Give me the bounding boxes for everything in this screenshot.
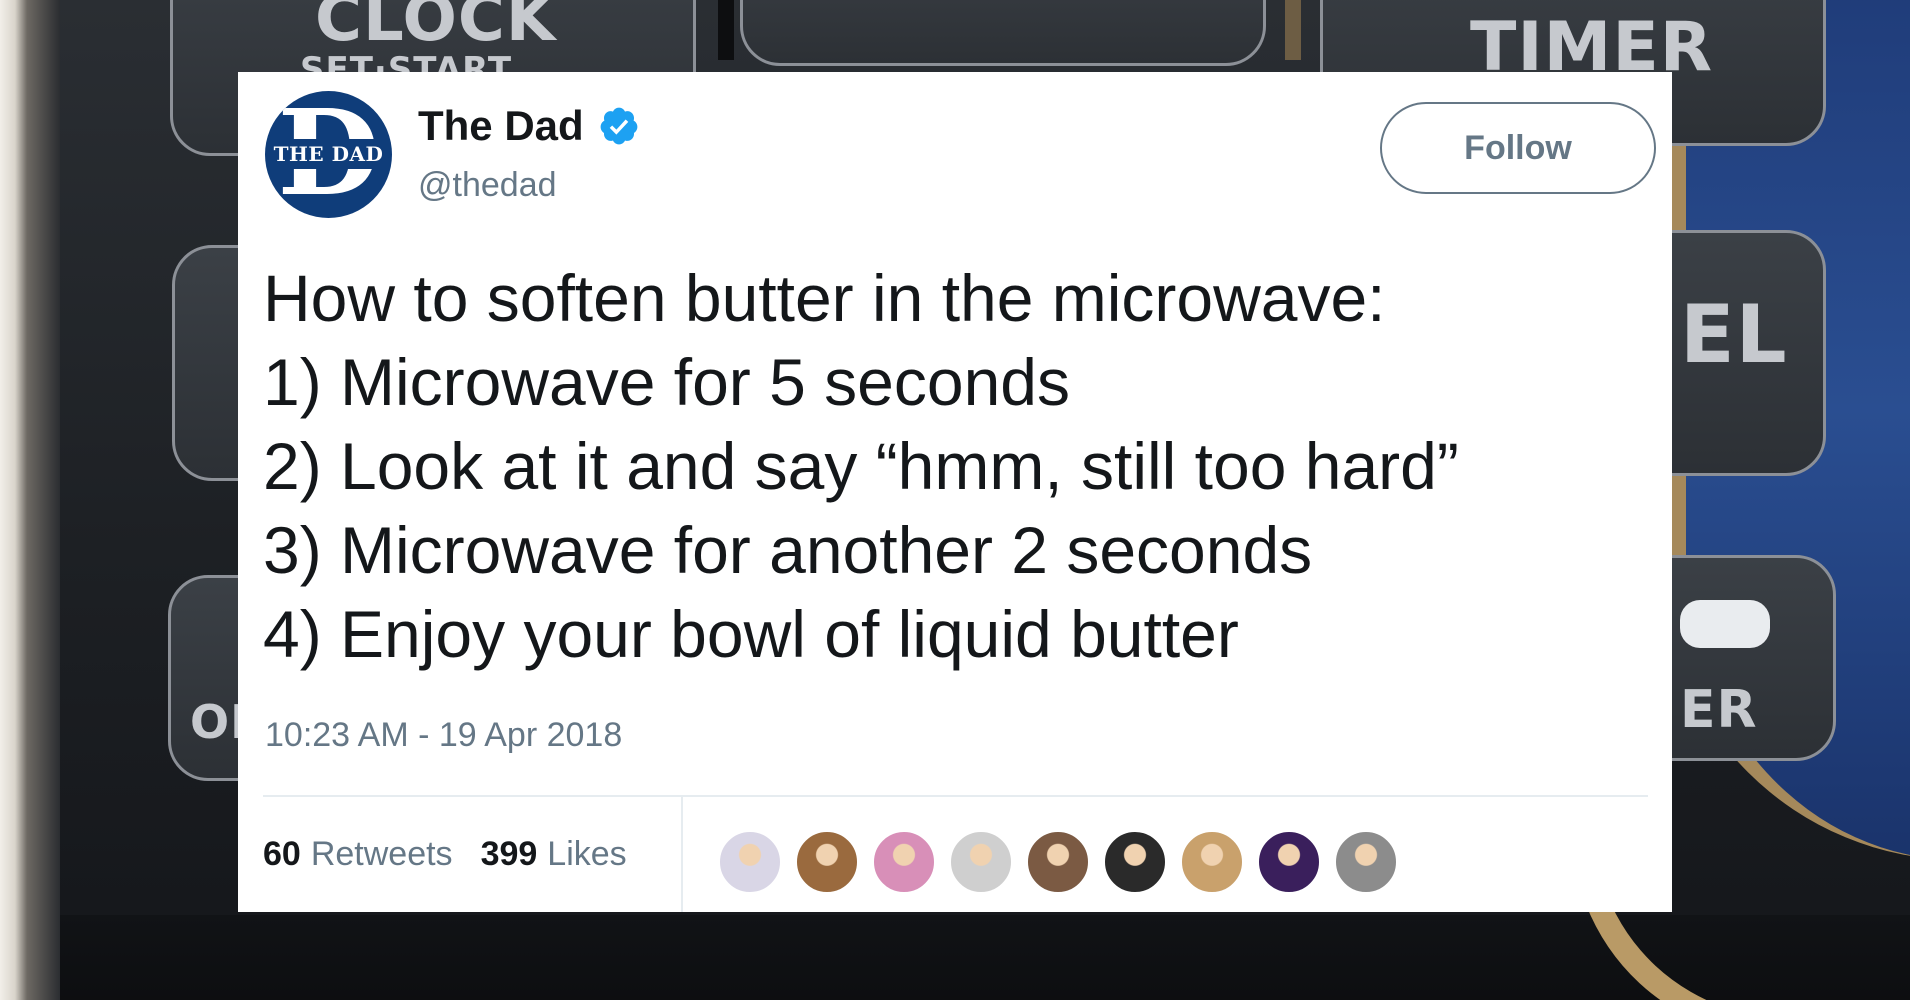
avatar-banner: THE DAD	[271, 139, 386, 169]
retweets-stat[interactable]: 60 Retweets	[263, 835, 453, 874]
liker-avatar[interactable]	[1257, 830, 1321, 894]
liker-avatars	[718, 830, 1411, 894]
tweet-text: How to soften butter in the microwave: 1…	[263, 256, 1653, 676]
liker-avatar[interactable]	[1026, 830, 1090, 894]
author-name[interactable]: The Dad	[418, 102, 584, 150]
clock-label: CLOCK	[315, 0, 557, 56]
like-count: 399	[480, 835, 538, 873]
liker-avatar[interactable]	[872, 830, 936, 894]
divider	[263, 795, 1648, 797]
tweet-line: 2) Look at it and say “hmm, still too ha…	[263, 429, 1459, 503]
divider-bar	[718, 0, 734, 60]
liker-avatar[interactable]	[1180, 830, 1244, 894]
liker-avatar[interactable]	[1334, 830, 1398, 894]
liker-avatar[interactable]	[1103, 830, 1167, 894]
tweet-stats: 60 Retweets 399 Likes	[263, 835, 655, 874]
el-label: EL	[1680, 288, 1788, 381]
middle-button-bg	[740, 0, 1266, 66]
verified-badge-icon	[598, 105, 640, 147]
retweet-label: Retweets	[310, 835, 453, 873]
tweet-line: 1) Microwave for 5 seconds	[263, 345, 1070, 419]
liker-avatar[interactable]	[718, 830, 782, 894]
tweet-timestamp[interactable]: 10:23 AM - 19 Apr 2018	[265, 716, 622, 755]
er-label: ER	[1680, 680, 1758, 740]
avatar[interactable]: D THE DAD	[265, 91, 392, 218]
stats-divider	[681, 797, 683, 912]
retweet-count: 60	[263, 835, 301, 873]
tweet-card: D THE DAD The Dad @thedad Follow How to …	[238, 72, 1672, 912]
likes-stat[interactable]: 399 Likes	[481, 835, 627, 874]
tweet-line: 3) Microwave for another 2 seconds	[263, 513, 1313, 587]
tweet-line: 4) Enjoy your bowl of liquid butter	[263, 597, 1239, 671]
like-label: Likes	[547, 835, 627, 873]
tweet-line: How to soften butter in the microwave:	[263, 261, 1386, 335]
author-handle[interactable]: @thedad	[418, 166, 557, 205]
author-name-row: The Dad	[418, 102, 640, 150]
microwave-edge	[0, 0, 60, 1000]
indicator-light	[1680, 600, 1770, 648]
follow-button[interactable]: Follow	[1380, 102, 1656, 194]
liker-avatar[interactable]	[949, 830, 1013, 894]
divider-bar	[1285, 0, 1301, 60]
liker-avatar[interactable]	[795, 830, 859, 894]
